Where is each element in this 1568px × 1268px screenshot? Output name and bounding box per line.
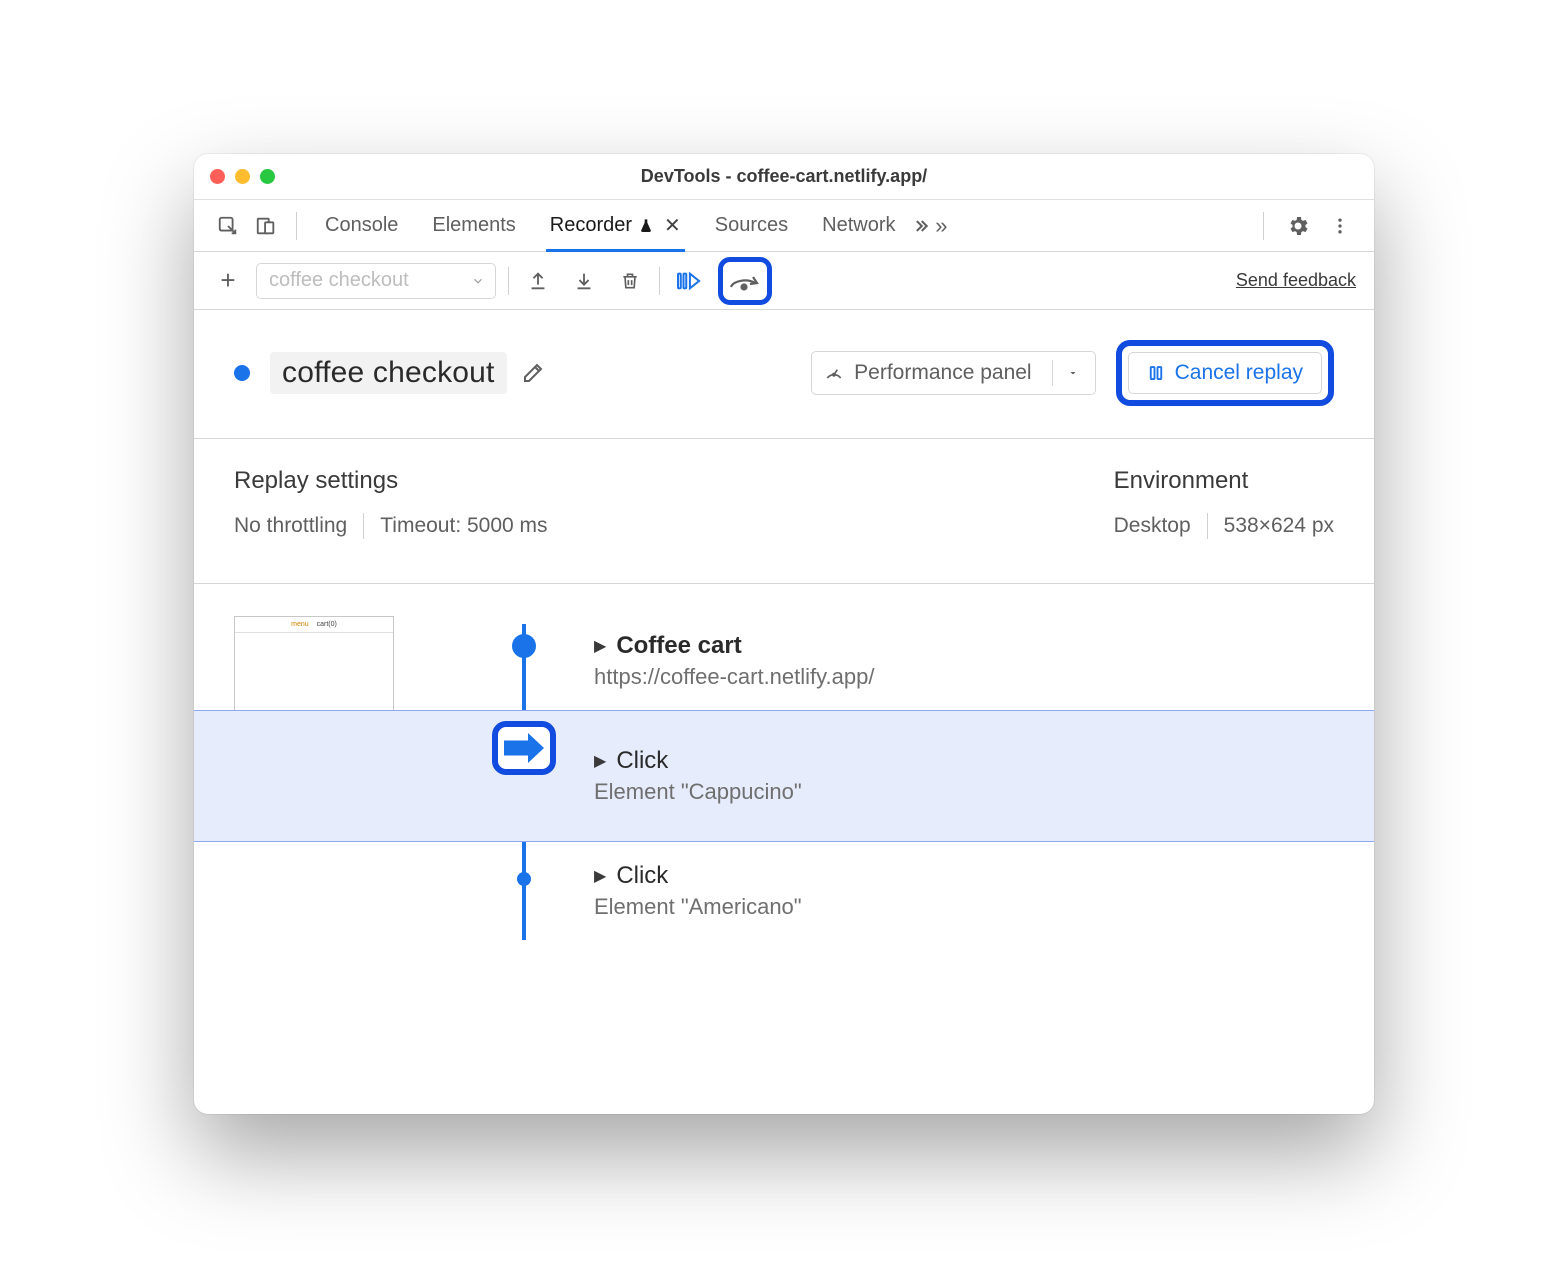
- tab-label: Console: [325, 214, 398, 237]
- close-window-button[interactable]: [210, 169, 225, 184]
- tab-console[interactable]: Console: [311, 200, 412, 251]
- recording-indicator-icon: [234, 365, 250, 381]
- step-subtitle: Element "Cappucino": [594, 779, 1334, 805]
- expand-triangle-icon[interactable]: ▶: [594, 751, 606, 771]
- recording-header: coffee checkout Performance panel Cancel…: [194, 310, 1374, 439]
- recorder-toolbar: + coffee checkout Send feedback: [194, 252, 1374, 310]
- step-marker-start-icon: [512, 634, 536, 658]
- step-marker-icon: [517, 872, 531, 886]
- device-toolbar-icon[interactable]: [250, 210, 282, 242]
- tab-elements[interactable]: Elements: [418, 200, 529, 251]
- device-value: Desktop: [1114, 514, 1191, 538]
- divider: [296, 212, 297, 240]
- tab-network[interactable]: Network: [808, 200, 909, 251]
- recording-selector[interactable]: coffee checkout: [256, 263, 496, 299]
- minimize-window-button[interactable]: [235, 169, 250, 184]
- tab-sources[interactable]: Sources: [701, 200, 802, 251]
- recording-selector-value: coffee checkout: [269, 269, 409, 292]
- window-controls: [210, 169, 275, 184]
- new-recording-button[interactable]: +: [212, 265, 244, 296]
- close-tab-icon[interactable]: ✕: [664, 213, 681, 238]
- divider: [508, 267, 509, 295]
- devtools-window: DevTools - coffee-cart.netlify.app/ Cons…: [194, 154, 1374, 1114]
- gauge-icon: [824, 363, 844, 383]
- dropdown-chevron-icon: [1063, 367, 1083, 379]
- performance-panel-select[interactable]: Performance panel: [811, 351, 1095, 395]
- chevron-down-icon: [471, 274, 485, 288]
- window-title: DevTools - coffee-cart.netlify.app/: [641, 166, 927, 187]
- dimensions-value: 538×624 px: [1224, 514, 1334, 538]
- replay-settings-heading: Replay settings: [234, 467, 1114, 495]
- step-navigate[interactable]: ▶ Coffee cart https://coffee-cart.netlify…: [194, 612, 1374, 710]
- kebab-menu-icon[interactable]: [1324, 210, 1356, 242]
- divider: [659, 267, 660, 295]
- cancel-replay-button[interactable]: Cancel replay: [1128, 352, 1322, 394]
- performance-panel-label: Performance panel: [854, 361, 1031, 385]
- step-subtitle: Element "Americano": [594, 894, 1334, 920]
- timeout-value[interactable]: Timeout: 5000 ms: [380, 514, 547, 538]
- expand-triangle-icon[interactable]: ▶: [594, 866, 606, 886]
- pause-icon: [1147, 364, 1165, 382]
- devtools-tabbar: Console Elements Recorder ✕ Sources Netw…: [194, 200, 1374, 252]
- inspect-element-icon[interactable]: [212, 210, 244, 242]
- step-title: Click: [616, 862, 668, 889]
- divider: [1207, 513, 1208, 539]
- current-step-arrow-icon: [504, 733, 544, 763]
- tab-recorder[interactable]: Recorder ✕: [536, 200, 695, 251]
- import-icon[interactable]: [567, 264, 601, 298]
- cancel-replay-label: Cancel replay: [1175, 361, 1303, 385]
- step-click-current[interactable]: ▶ Click Element "Cappucino": [194, 710, 1374, 842]
- environment-heading: Environment: [1114, 467, 1334, 495]
- tab-label: Network: [822, 214, 895, 237]
- tab-label: Recorder: [550, 214, 632, 237]
- tab-label: Sources: [715, 214, 788, 237]
- send-feedback-link[interactable]: Send feedback: [1236, 270, 1356, 291]
- cancel-replay-highlight: Cancel replay: [1116, 340, 1334, 406]
- expand-triangle-icon[interactable]: ▶: [594, 636, 606, 656]
- throttling-value[interactable]: No throttling: [234, 514, 347, 538]
- delete-icon[interactable]: [613, 264, 647, 298]
- recording-name: coffee checkout: [270, 352, 507, 394]
- edit-name-icon[interactable]: [521, 361, 545, 385]
- step-title: Coffee cart: [616, 632, 741, 659]
- step-title: Click: [616, 747, 668, 774]
- settings-gear-icon[interactable]: [1282, 210, 1314, 242]
- step-subtitle: https://coffee-cart.netlify.app/: [594, 664, 1334, 690]
- steps-panel: menucart(0) Total: $0.00 ▶Coffee cart ht…: [194, 584, 1374, 940]
- window-titlebar: DevTools - coffee-cart.netlify.app/: [194, 154, 1374, 200]
- tab-label: Elements: [432, 214, 515, 237]
- maximize-window-button[interactable]: [260, 169, 275, 184]
- step-over-icon[interactable]: [725, 264, 765, 298]
- divider: [1263, 212, 1264, 240]
- step-click[interactable]: ▶ Click Element "Americano": [194, 842, 1374, 940]
- export-icon[interactable]: [521, 264, 555, 298]
- continue-replay-icon[interactable]: [672, 264, 706, 298]
- more-tabs-icon[interactable]: »: [916, 210, 948, 242]
- divider: [363, 513, 364, 539]
- flask-icon: [638, 218, 654, 234]
- step-over-highlight: [718, 257, 772, 305]
- settings-row: Replay settings No throttling Timeout: 5…: [194, 439, 1374, 584]
- current-step-marker-highlight: [492, 721, 556, 775]
